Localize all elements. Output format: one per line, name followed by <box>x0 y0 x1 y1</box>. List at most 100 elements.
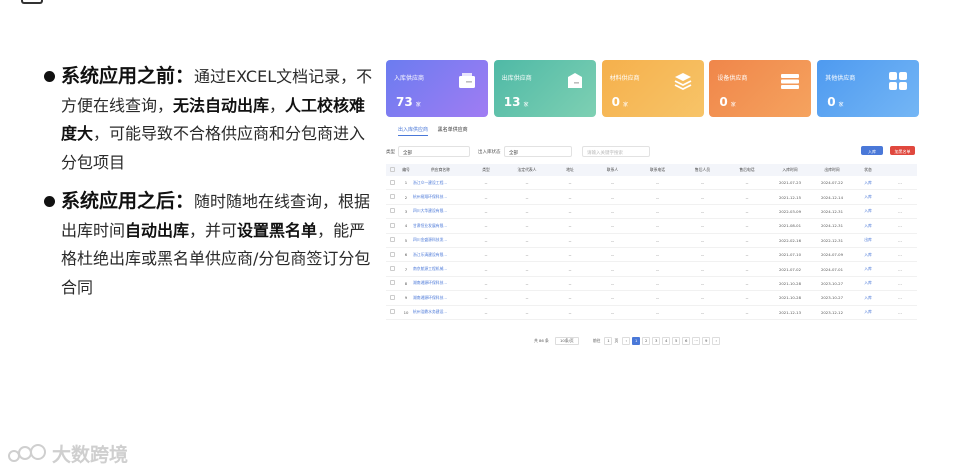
row-select[interactable] <box>386 280 399 286</box>
row-more-button[interactable]: ... <box>883 252 917 257</box>
supplier-name-link[interactable]: 四川大华建设有限... <box>413 208 468 214</box>
row-select[interactable] <box>386 208 399 214</box>
row-select[interactable] <box>386 194 399 200</box>
tab-blacklist-suppliers[interactable]: 黑名单供应商 <box>438 127 468 133</box>
search-input[interactable]: 请输入关键字搜索 <box>582 146 650 157</box>
table-row[interactable]: 7 南京航源工程机械... -- -- -- -- -- -- -- 2021-07-02 2024… <box>386 262 917 277</box>
table-row[interactable]: 9 湖南湘源环保科技... -- -- -- -- -- -- -- 2021-10-28 2023… <box>386 291 917 306</box>
column-header[interactable]: 编号 <box>399 167 413 173</box>
summary-card[interactable]: 出库供应商 13 家 <box>493 60 596 117</box>
add-blacklist-button[interactable]: 加黑名单 <box>890 146 915 155</box>
column-header[interactable]: 售后人员 <box>680 167 725 173</box>
pager-page-button[interactable]: 5 <box>672 336 681 345</box>
summary-card[interactable]: 设备供应商 0 家 <box>709 60 812 117</box>
supplier-name-link[interactable]: 杭州浩鼎水务建设... <box>413 309 468 315</box>
checkbox-icon[interactable] <box>390 280 395 286</box>
pager-page-button[interactable]: 3 <box>652 336 661 345</box>
supplier-name-link[interactable]: 浙江乐清建设有限... <box>413 252 468 258</box>
status-link[interactable]: 入库 <box>853 252 883 258</box>
column-header[interactable]: 类型 <box>468 167 504 173</box>
header-select-all[interactable] <box>386 167 399 173</box>
supplier-name-link[interactable]: 甘肃恒业发展有限... <box>413 223 468 229</box>
checkbox-icon[interactable] <box>390 179 395 185</box>
status-link[interactable]: 入库 <box>853 280 883 286</box>
summary-card[interactable]: 其他供应商 0 家 <box>817 60 920 117</box>
status-link[interactable]: 出库 <box>853 237 883 243</box>
pager-page-button[interactable]: 4 <box>662 336 671 345</box>
pager-page-button[interactable]: 6 <box>682 336 691 345</box>
checkbox-icon[interactable] <box>390 208 395 214</box>
table-row[interactable]: 6 浙江乐清建设有限... -- -- -- -- -- -- -- 2021-07-10 2024… <box>386 248 917 263</box>
column-header[interactable]: 入库时间 <box>769 167 811 173</box>
row-more-button[interactable]: ... <box>883 281 917 286</box>
row-more-button[interactable]: ... <box>883 310 917 315</box>
pager-next-button[interactable]: › <box>712 336 721 345</box>
column-header[interactable]: 状态 <box>853 167 883 173</box>
row-more-button[interactable]: ... <box>883 209 917 214</box>
checkbox-icon[interactable] <box>390 194 395 200</box>
supplier-name-link[interactable]: 湖南湘源环保科技... <box>413 295 468 301</box>
table-row[interactable]: 5 四川金盛源科技发... -- -- -- -- -- -- -- 2022-02-16 2022… <box>386 234 917 248</box>
row-select[interactable] <box>386 294 399 301</box>
pager-prev-button[interactable]: ‹ <box>622 336 631 345</box>
cell-in-date: 2021-10-28 <box>778 295 802 301</box>
row-more-button[interactable]: ... <box>883 267 917 272</box>
status-select[interactable]: 全部 <box>504 146 572 157</box>
supplier-name-link[interactable]: 四川金盛源科技发... <box>413 237 468 243</box>
table-row[interactable]: 1 浙江众一建设工程... -- -- -- -- -- -- -- 2021-07-23 2024… <box>386 176 917 191</box>
row-more-button[interactable]: ... <box>883 238 917 243</box>
column-header[interactable]: 售后电话 <box>725 167 769 173</box>
pager-page-button[interactable]: 1 <box>632 336 641 345</box>
status-link[interactable]: 入库 <box>853 208 883 214</box>
pager-page-button[interactable]: 9 <box>702 336 711 345</box>
table-row[interactable]: 8 湖南湘源环保科技... -- -- -- -- -- -- -- 2021-10-28 2023… <box>386 277 917 292</box>
row-select[interactable] <box>386 309 399 315</box>
row-more-button[interactable]: ... <box>883 223 917 228</box>
checkbox-icon[interactable] <box>390 167 395 172</box>
table-row[interactable]: 3 四川大华建设有限... -- -- -- -- -- -- -- 2022-03-09 2024… <box>386 205 917 220</box>
row-select[interactable] <box>386 251 399 258</box>
table-row[interactable]: 10 杭州浩鼎水务建设... -- -- -- -- -- -- -- 2021-12-13 202… <box>386 306 917 320</box>
supplier-name-link[interactable]: 杭州易翔环保科技... <box>413 194 468 200</box>
table-row[interactable]: 2 杭州易翔环保科技... -- -- -- -- -- -- -- 2021-12-15 2024… <box>386 190 917 205</box>
pager-goto-input[interactable]: 1 <box>604 336 613 345</box>
column-header[interactable]: 地址 <box>550 167 590 173</box>
table-row[interactable]: 4 甘肃恒业发展有限... -- -- -- -- -- -- -- 2021-08-01 2024… <box>386 219 917 234</box>
status-link[interactable]: 入库 <box>853 180 883 186</box>
row-more-button[interactable]: ... <box>883 195 917 200</box>
checkbox-icon[interactable] <box>390 294 395 300</box>
supplier-name-link[interactable]: 湖南湘源环保科技... <box>413 280 468 286</box>
checkbox-icon[interactable] <box>390 251 395 257</box>
row-select[interactable] <box>386 237 399 243</box>
type-select[interactable]: 全部 <box>398 146 470 157</box>
summary-card[interactable]: 材料供应商 0 家 <box>601 60 704 117</box>
column-header[interactable]: 法定代表人 <box>504 167 550 173</box>
pager-page-button[interactable]: 2 <box>642 336 651 345</box>
checkbox-icon[interactable] <box>390 237 395 243</box>
row-select[interactable] <box>386 266 399 272</box>
page-size-select[interactable]: 10条/页 <box>554 336 579 345</box>
stock-in-button[interactable]: 入库 <box>861 146 883 155</box>
column-header[interactable]: 联系电话 <box>635 167 680 173</box>
supplier-name-link[interactable]: 南京航源工程机械... <box>413 266 468 272</box>
row-select[interactable] <box>386 179 399 186</box>
status-link[interactable]: 入库 <box>853 266 883 272</box>
status-link[interactable]: 入库 <box>853 309 883 315</box>
checkbox-icon[interactable] <box>390 222 395 228</box>
tab-in-out-suppliers[interactable]: 出入库供应商 <box>398 127 429 136</box>
status-link[interactable]: 入库 <box>853 194 883 200</box>
status-link[interactable]: 入库 <box>853 295 883 301</box>
row-select[interactable] <box>386 222 399 229</box>
summary-card[interactable]: 入库供应商 73 家 <box>386 60 488 117</box>
supplier-name-link[interactable]: 浙江众一建设工程... <box>413 180 468 186</box>
column-header[interactable]: 联系人 <box>590 167 635 173</box>
column-header[interactable]: 供应商名称 <box>413 167 468 173</box>
row-more-button[interactable]: ... <box>883 180 917 185</box>
column-header[interactable]: 出库时间 <box>811 167 853 173</box>
checkbox-icon[interactable] <box>390 266 395 272</box>
status-link[interactable]: 入库 <box>853 223 883 229</box>
row-more-button[interactable]: ... <box>883 295 917 300</box>
checkbox-icon[interactable] <box>390 309 395 315</box>
pager-page-button[interactable]: ··· <box>692 336 701 345</box>
cell-empty: -- <box>525 223 529 229</box>
